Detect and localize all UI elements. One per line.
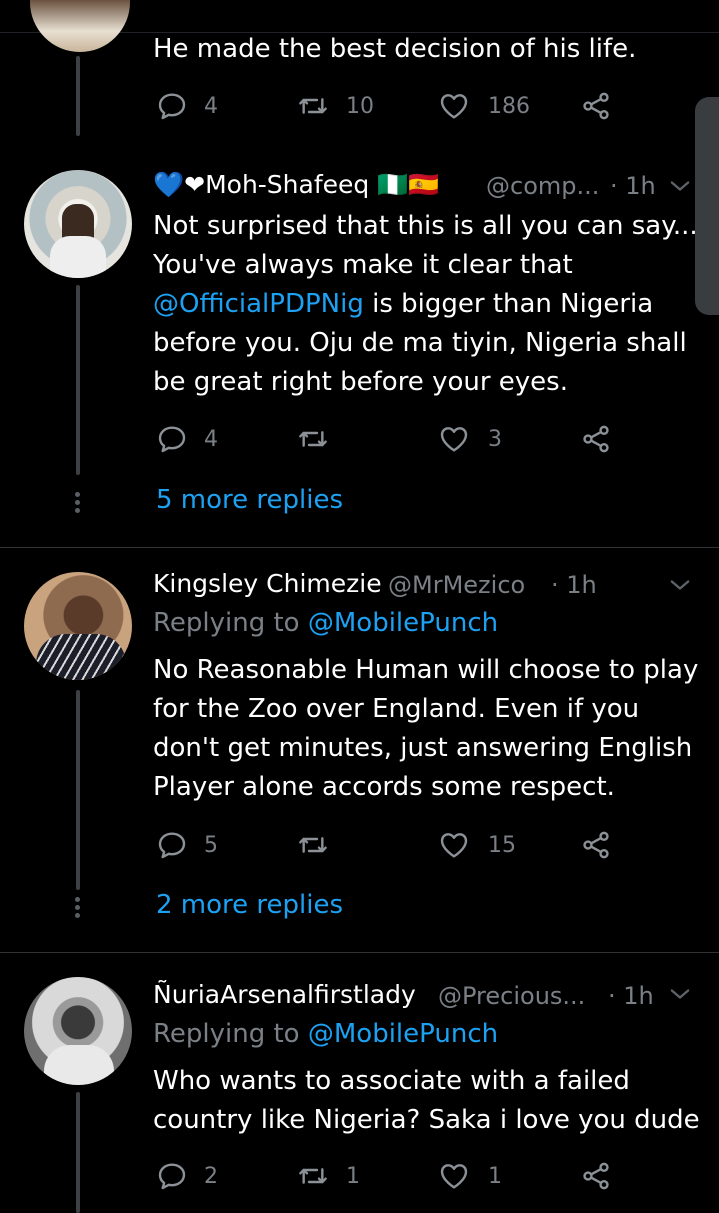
- retweet-icon[interactable]: [296, 90, 330, 122]
- action-bar: 5 15: [156, 827, 616, 863]
- display-name[interactable]: 💙❤Moh-Shafeeq 🇳🇬🇪🇸: [153, 170, 439, 200]
- divider: [0, 952, 719, 953]
- chevron-down-icon[interactable]: [666, 172, 694, 200]
- retweet-icon[interactable]: [296, 423, 330, 455]
- timestamp: · 1h: [610, 172, 656, 200]
- like-count: 3: [488, 427, 502, 452]
- like-icon[interactable]: [438, 423, 470, 455]
- reply-icon[interactable]: [156, 90, 188, 122]
- tweet-text-part: Not surprised that this is all you can s…: [153, 211, 698, 280]
- like-icon[interactable]: [438, 90, 470, 122]
- action-bar: 4 10 186: [156, 88, 616, 124]
- reply-icon[interactable]: [156, 829, 188, 861]
- thread-line: [76, 285, 80, 475]
- avatar-body: [50, 236, 106, 278]
- mention-link[interactable]: @MobilePunch: [308, 1019, 498, 1049]
- thread-line: [76, 56, 80, 136]
- retweet-icon[interactable]: [296, 829, 330, 861]
- display-name[interactable]: ÑuriaArsenalfirstlady: [153, 980, 416, 1009]
- avatar-partial[interactable]: [30, 0, 130, 52]
- tweet-text: No Reasonable Human will choose to play …: [153, 655, 699, 802]
- reply-icon[interactable]: [156, 423, 188, 455]
- avatar[interactable]: [24, 977, 132, 1085]
- like-count: 1: [488, 1164, 502, 1189]
- display-name[interactable]: Kingsley Chimezie: [153, 569, 382, 598]
- retweet-count: 10: [346, 94, 374, 119]
- divider: [0, 547, 719, 548]
- thread-line: [76, 1092, 80, 1213]
- replying-prefix: Replying to: [153, 608, 308, 638]
- retweet-icon[interactable]: [296, 1160, 330, 1192]
- share-icon[interactable]: [580, 829, 612, 861]
- more-replies-link[interactable]: 5 more replies: [156, 485, 343, 515]
- timestamp: · 1h: [551, 571, 597, 599]
- like-icon[interactable]: [438, 1160, 470, 1192]
- chevron-down-icon[interactable]: [666, 980, 694, 1008]
- more-dots: [75, 492, 81, 516]
- action-bar: 4 3: [156, 421, 616, 457]
- tweet-text: Who wants to associate with a failed cou…: [153, 1066, 700, 1135]
- handle[interactable]: @comp...: [486, 172, 599, 200]
- timestamp: · 1h: [608, 982, 654, 1010]
- handle[interactable]: @MrMezico: [388, 571, 525, 599]
- reply-count: 2: [204, 1164, 218, 1189]
- retweet-count: 1: [346, 1164, 360, 1189]
- scrollbar-thumb[interactable]: [695, 97, 719, 315]
- replying-to: Replying to @MobilePunch: [153, 1019, 498, 1049]
- reply-count: 4: [204, 94, 218, 119]
- handle[interactable]: @Precious...: [438, 982, 585, 1010]
- mention-link[interactable]: @OfficialPDPNig: [153, 289, 364, 319]
- tweet-text: Not surprised that this is all you can s…: [153, 207, 713, 402]
- mention-link[interactable]: @MobilePunch: [308, 608, 498, 638]
- more-replies-link[interactable]: 2 more replies: [156, 890, 343, 920]
- like-count: 186: [488, 94, 530, 119]
- reply-count: 4: [204, 427, 218, 452]
- avatar[interactable]: [24, 170, 132, 278]
- tweet-text: He made the best decision of his life.: [153, 34, 637, 64]
- replying-to: Replying to @MobilePunch: [153, 608, 498, 638]
- reply-count: 5: [204, 833, 218, 858]
- share-icon[interactable]: [580, 1160, 612, 1192]
- like-count: 15: [488, 833, 516, 858]
- like-icon[interactable]: [438, 829, 470, 861]
- more-dots: [75, 897, 81, 921]
- reply-icon[interactable]: [156, 1160, 188, 1192]
- share-icon[interactable]: [580, 423, 612, 455]
- thread-line: [76, 690, 80, 890]
- action-bar: 2 1 1: [156, 1158, 616, 1194]
- chevron-down-icon[interactable]: [666, 571, 694, 599]
- share-icon[interactable]: [580, 90, 612, 122]
- avatar-body: [36, 634, 126, 680]
- replying-prefix: Replying to: [153, 1019, 308, 1049]
- avatar[interactable]: [24, 572, 132, 680]
- avatar-body: [44, 1045, 114, 1085]
